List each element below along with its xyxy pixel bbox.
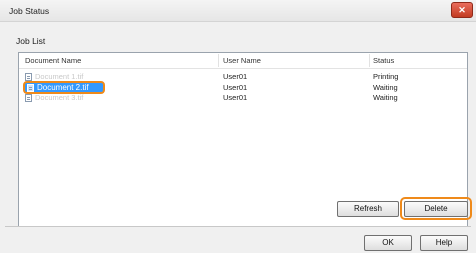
title-bar[interactable]: Job Status ✕: [0, 0, 476, 22]
table-row-selected[interactable]: Document 2.tif User01 Waiting: [19, 81, 467, 94]
column-divider[interactable]: [218, 54, 219, 67]
column-header-user-name[interactable]: User Name: [223, 56, 261, 65]
table-header: Document Name User Name Status: [19, 53, 467, 69]
document-name-cell: Document 2.tif: [37, 83, 89, 92]
document-icon: [27, 84, 34, 92]
close-button[interactable]: ✕: [451, 2, 473, 18]
delete-button[interactable]: Delete: [404, 201, 468, 217]
column-header-document-name[interactable]: Document Name: [25, 56, 81, 65]
column-header-status[interactable]: Status: [373, 56, 394, 65]
status-cell: Waiting: [373, 83, 398, 92]
refresh-button[interactable]: Refresh: [337, 201, 399, 217]
document-icon: [25, 94, 32, 102]
window-title: Job Status: [9, 6, 50, 16]
job-list-label: Job List: [16, 36, 46, 46]
table-row[interactable]: Document 3.tif User01 Waiting: [19, 93, 467, 103]
column-divider[interactable]: [369, 54, 370, 67]
document-name-cell: Document 3.tif: [35, 93, 84, 102]
user-name-cell: User01: [223, 72, 248, 81]
status-cell: Printing: [373, 72, 399, 81]
job-status-dialog: Job Status ✕ Job List Document Name User…: [0, 0, 476, 253]
user-name-cell: User01: [223, 83, 248, 92]
document-icon: [25, 73, 32, 81]
footer-divider: [5, 226, 471, 227]
ok-button[interactable]: OK: [364, 235, 412, 251]
status-cell: Waiting: [373, 93, 398, 102]
user-name-cell: User01: [223, 93, 248, 102]
help-button[interactable]: Help: [420, 235, 468, 251]
